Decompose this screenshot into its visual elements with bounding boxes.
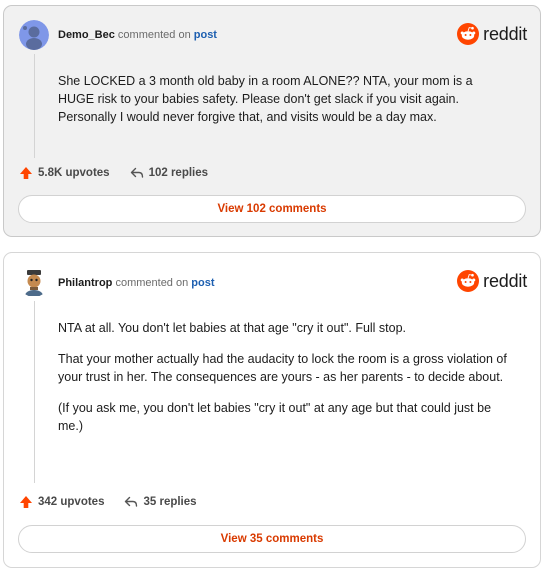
upvote-arrow-icon xyxy=(20,167,32,179)
thread-line xyxy=(34,54,35,158)
comment-body: NTA at all. You don't let babies at that… xyxy=(58,319,512,448)
avatar[interactable] xyxy=(19,267,49,297)
comment-stats: 5.8K upvotes 102 replies xyxy=(19,166,208,180)
reply-count: 102 replies xyxy=(148,167,209,179)
reply-stat[interactable]: 102 replies xyxy=(130,167,208,179)
reddit-logo[interactable]: reddit xyxy=(457,270,527,292)
comment-body: She LOCKED a 3 month old baby in a room … xyxy=(58,72,512,139)
post-link[interactable]: post xyxy=(194,29,217,41)
comment-paragraph: She LOCKED a 3 month old baby in a room … xyxy=(58,74,473,124)
avatar[interactable] xyxy=(19,20,49,50)
view-comments-button[interactable]: View 102 comments xyxy=(18,195,526,223)
reddit-wordmark: reddit xyxy=(483,270,527,291)
thread-line xyxy=(34,301,35,483)
post-link[interactable]: post xyxy=(191,277,214,289)
comment-header: Philantrop commented on post xyxy=(58,275,215,291)
comment-card: Philantrop commented on post reddit NTA … xyxy=(3,252,541,568)
reply-count: 35 replies xyxy=(143,496,197,508)
view-comments-button[interactable]: View 35 comments xyxy=(18,525,526,553)
author-name[interactable]: Philantrop xyxy=(58,277,112,289)
comment-card: Demo_Bec commented on post reddit She LO… xyxy=(3,5,541,237)
reply-icon xyxy=(130,167,143,178)
reply-stat[interactable]: 35 replies xyxy=(124,496,197,508)
upvote-count: 342 upvotes xyxy=(38,496,105,508)
upvote-stat[interactable]: 5.8K upvotes xyxy=(19,166,110,180)
reddit-logo[interactable]: reddit xyxy=(457,23,527,45)
comment-stats: 342 upvotes 35 replies xyxy=(19,495,197,509)
comment-paragraph: NTA at all. You don't let babies at that… xyxy=(58,321,407,335)
comment-header: Demo_Bec commented on post xyxy=(58,27,217,43)
upvote-arrow-icon xyxy=(20,496,32,508)
comment-paragraph: That your mother actually had the audaci… xyxy=(58,352,507,384)
upvote-stat[interactable]: 342 upvotes xyxy=(19,495,104,509)
upvote-count: 5.8K upvotes xyxy=(38,167,110,179)
comment-action: commented on xyxy=(117,29,191,41)
reddit-alien-icon xyxy=(457,270,480,292)
reddit-wordmark: reddit xyxy=(483,23,527,44)
comment-paragraph: (If you ask me, you don't let babies "cr… xyxy=(58,401,492,433)
reply-icon xyxy=(125,496,138,507)
reddit-alien-icon xyxy=(457,23,480,45)
comment-action: commented on xyxy=(115,277,189,289)
author-name[interactable]: Demo_Bec xyxy=(58,29,115,41)
